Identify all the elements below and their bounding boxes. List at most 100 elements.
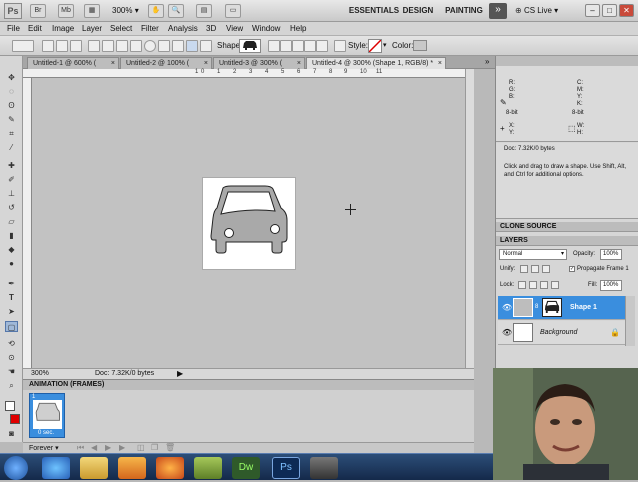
zoom-tool-icon[interactable]: ⌕ — [5, 380, 18, 391]
background-color-swatch[interactable] — [5, 401, 15, 411]
delete-frame-icon[interactable]: 🗑 — [165, 443, 175, 452]
link-icon[interactable] — [334, 40, 346, 52]
lock-pixels-icon[interactable] — [529, 281, 537, 289]
visibility-eye-icon[interactable]: 👁 — [502, 328, 512, 337]
type-tool-icon[interactable]: T — [5, 292, 18, 303]
paths-button[interactable] — [56, 40, 68, 52]
tabs-overflow-icon[interactable]: » — [485, 57, 489, 66]
next-frame-icon[interactable]: ▶ — [119, 443, 125, 452]
internet-explorer-icon[interactable] — [42, 457, 70, 479]
workspace-design[interactable]: DESIGN — [400, 0, 436, 22]
tween-icon[interactable]: ◫ — [137, 443, 145, 452]
blur-tool-icon[interactable]: ◆ — [5, 244, 18, 255]
dodge-tool-icon[interactable]: ● — [5, 258, 18, 269]
menu-select[interactable]: Select — [110, 22, 132, 36]
custom-shape-icon[interactable] — [186, 40, 198, 52]
tab-untitled-3[interactable]: Untitled-3 @ 300% (× — [213, 57, 305, 69]
layer-thumbnail[interactable] — [513, 323, 533, 342]
menu-help[interactable]: Help — [290, 22, 306, 36]
lock-transparent-icon[interactable] — [518, 281, 526, 289]
polygon-icon[interactable] — [158, 40, 170, 52]
frame-delay[interactable]: 0 sec. — [38, 430, 54, 436]
animation-frame[interactable]: 1 0 sec. — [29, 393, 65, 438]
menu-layer[interactable]: Layer — [82, 22, 102, 36]
gradient-tool-icon[interactable]: ▮ — [5, 230, 18, 241]
close-tab-icon[interactable]: × — [111, 58, 115, 69]
fill-field[interactable]: 100% — [600, 280, 622, 291]
freeform-pen-icon[interactable] — [102, 40, 114, 52]
visibility-eye-icon[interactable]: 👁 — [502, 303, 512, 312]
hand-tool-icon[interactable]: ☚ — [5, 366, 18, 377]
menu-analysis[interactable]: Analysis — [168, 22, 198, 36]
play-icon[interactable]: ▶ — [105, 443, 111, 452]
layer-row-background[interactable]: 👁 Background 🔒 — [498, 321, 625, 345]
close-tab-icon[interactable]: × — [297, 58, 301, 69]
3d-orbit-icon[interactable]: ⊙ — [5, 352, 18, 363]
pen-tool-icon[interactable]: ✒ — [5, 278, 18, 289]
photoshop-taskbar-icon[interactable]: Ps — [272, 457, 300, 479]
ellipse-icon[interactable] — [144, 40, 156, 52]
layer-row-shape-1[interactable]: 👁 8 Shape 1 — [498, 296, 625, 320]
3d-rotate-icon[interactable]: ⟲ — [5, 338, 18, 349]
minimize-icon[interactable]: – — [585, 4, 600, 17]
tab-untitled-4[interactable]: Untitled-4 @ 300% (Shape 1, RGB/8) * × — [306, 57, 446, 69]
status-zoom[interactable]: 300% — [31, 370, 49, 377]
unify-style-icon[interactable] — [542, 265, 550, 273]
zoom-select[interactable]: 300% ▾ — [112, 4, 139, 18]
bridge-button[interactable]: Br — [30, 4, 46, 18]
lock-all-icon[interactable] — [551, 281, 559, 289]
vector-mask-thumbnail[interactable] — [542, 298, 562, 317]
workspace-painting[interactable]: PAINTING — [444, 0, 484, 22]
status-menu-arrow[interactable]: ▶ — [177, 369, 183, 378]
marquee-tool-icon[interactable]: ◌ — [5, 86, 18, 97]
unify-position-icon[interactable] — [520, 265, 528, 273]
shape-layers-button[interactable] — [42, 40, 54, 52]
file-explorer-icon[interactable] — [80, 457, 108, 479]
lock-position-icon[interactable] — [540, 281, 548, 289]
screen-mode-button[interactable]: ▭ — [225, 4, 241, 18]
hand-tool-button[interactable]: ✋ — [148, 4, 164, 18]
duplicate-frame-icon[interactable]: ❐ — [151, 443, 158, 452]
history-brush-icon[interactable]: ↺ — [5, 202, 18, 213]
opacity-field[interactable]: 100% — [600, 249, 622, 260]
quick-mask-icon[interactable]: ◙ — [5, 428, 18, 439]
custom-shape-tool-icon[interactable]: ▢ — [5, 321, 18, 332]
add-shape-icon[interactable] — [280, 40, 292, 52]
geometry-options-button[interactable] — [200, 40, 212, 52]
color-swatch[interactable] — [413, 40, 427, 51]
menu-3d[interactable]: 3D — [206, 22, 216, 36]
first-frame-icon[interactable]: ⏮ — [77, 443, 84, 453]
cs-live-menu[interactable]: ⊕ CS Live ▾ — [515, 4, 571, 18]
app-icon[interactable] — [194, 457, 222, 479]
layer-name[interactable]: Background — [540, 329, 577, 336]
lasso-tool-icon[interactable]: ʘ — [5, 100, 18, 111]
shape-picker[interactable] — [239, 39, 261, 53]
loop-options[interactable]: Forever ▾ — [29, 444, 59, 452]
line-icon[interactable] — [172, 40, 184, 52]
tab-untitled-1[interactable]: Untitled-1 @ 600% (× — [27, 57, 119, 69]
media-player-icon[interactable] — [118, 457, 146, 479]
menu-image[interactable]: Image — [52, 22, 74, 36]
arrange-documents-button[interactable]: ▤ — [196, 4, 212, 18]
layers-scrollbar[interactable] — [625, 296, 635, 346]
path-select-icon[interactable]: ➤ — [5, 306, 18, 317]
vertical-scrollbar[interactable] — [465, 69, 474, 368]
rounded-rectangle-icon[interactable] — [130, 40, 142, 52]
blend-mode-select[interactable]: Normal ▾ — [499, 249, 567, 260]
maximize-icon[interactable]: □ — [602, 4, 617, 17]
zoom-tool-button[interactable]: 🔍 — [168, 4, 184, 18]
more-workspaces-button[interactable]: » — [489, 3, 507, 19]
healing-brush-icon[interactable]: ✚ — [5, 160, 18, 171]
menu-filter[interactable]: Filter — [141, 22, 159, 36]
clone-source-tab[interactable]: CLONE SOURCE — [496, 222, 638, 232]
close-icon[interactable]: ✕ — [619, 4, 634, 17]
document-canvas[interactable] — [202, 177, 296, 270]
crop-tool-icon[interactable]: ⌗ — [5, 128, 18, 139]
new-layer-mode-icon[interactable] — [268, 40, 280, 52]
start-button-icon[interactable] — [4, 456, 28, 480]
menu-file[interactable]: File — [7, 22, 20, 36]
fill-pixels-button[interactable] — [70, 40, 82, 52]
tool-preset-picker[interactable] — [12, 40, 34, 52]
brush-tool-icon[interactable]: ✐ — [5, 174, 18, 185]
move-tool-icon[interactable]: ✥ — [5, 72, 18, 83]
